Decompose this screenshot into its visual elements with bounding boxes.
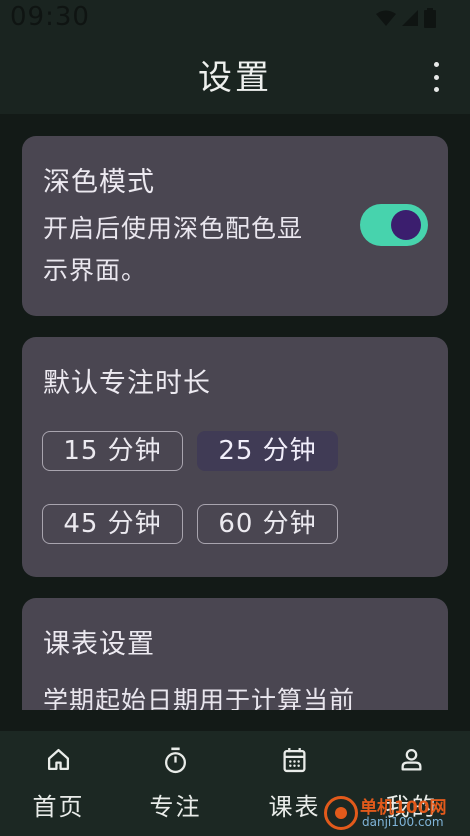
focus-duration-card: 默认专注时长 15 分钟 25 分钟 45 分钟 60 分钟 xyxy=(22,337,448,577)
watermark-url: danji100.com xyxy=(362,815,444,829)
person-icon xyxy=(401,748,422,771)
watermark-logo: 单机100网 danji100.com xyxy=(318,793,470,836)
duration-chip-60[interactable]: 60 分钟 xyxy=(197,504,338,544)
status-icons xyxy=(376,8,436,28)
status-time: 09:30 xyxy=(10,2,90,32)
more-options-icon[interactable] xyxy=(424,62,448,92)
schedule-desc: 学期起始日期用于计算当前 xyxy=(43,686,356,710)
duration-chip-25[interactable]: 25 分钟 xyxy=(197,431,338,471)
settings-list[interactable]: 深色模式 开启后使用深色配色显 示界面。 默认专注时长 15 分钟 25 分钟 … xyxy=(0,114,470,710)
schedule-card: 课表设置 学期起始日期用于计算当前 xyxy=(22,598,448,710)
dark-mode-card: 深色模式 开启后使用深色配色显 示界面。 xyxy=(22,136,448,316)
calendar-icon xyxy=(283,748,306,773)
nav-label-home: 首页 xyxy=(32,793,85,821)
status-bar: 09:30 xyxy=(0,0,470,40)
duration-chip-15[interactable]: 15 分钟 xyxy=(42,431,183,471)
timer-icon xyxy=(165,747,186,774)
dark-mode-desc-line2: 示界面。 xyxy=(43,256,148,285)
battery-icon xyxy=(424,8,436,28)
focus-duration-title: 默认专注时长 xyxy=(43,368,211,399)
dark-mode-toggle[interactable] xyxy=(360,204,428,246)
app-bar: 设置 xyxy=(0,40,470,114)
dark-mode-desc-line1: 开启后使用深色配色显 xyxy=(43,214,304,243)
signal-icon xyxy=(402,10,418,26)
duration-chip-45[interactable]: 45 分钟 xyxy=(42,504,183,544)
schedule-title: 课表设置 xyxy=(43,629,155,660)
watermark-circle-icon xyxy=(324,796,358,830)
nav-item-home[interactable]: 首页 xyxy=(0,731,117,836)
page-title: 设置 xyxy=(198,58,272,98)
wifi-icon xyxy=(376,10,396,26)
nav-label-focus: 专注 xyxy=(149,793,202,821)
home-icon xyxy=(47,748,70,771)
nav-item-focus[interactable]: 专注 xyxy=(117,731,234,836)
dark-mode-title: 深色模式 xyxy=(43,167,155,198)
toggle-knob xyxy=(391,210,421,240)
